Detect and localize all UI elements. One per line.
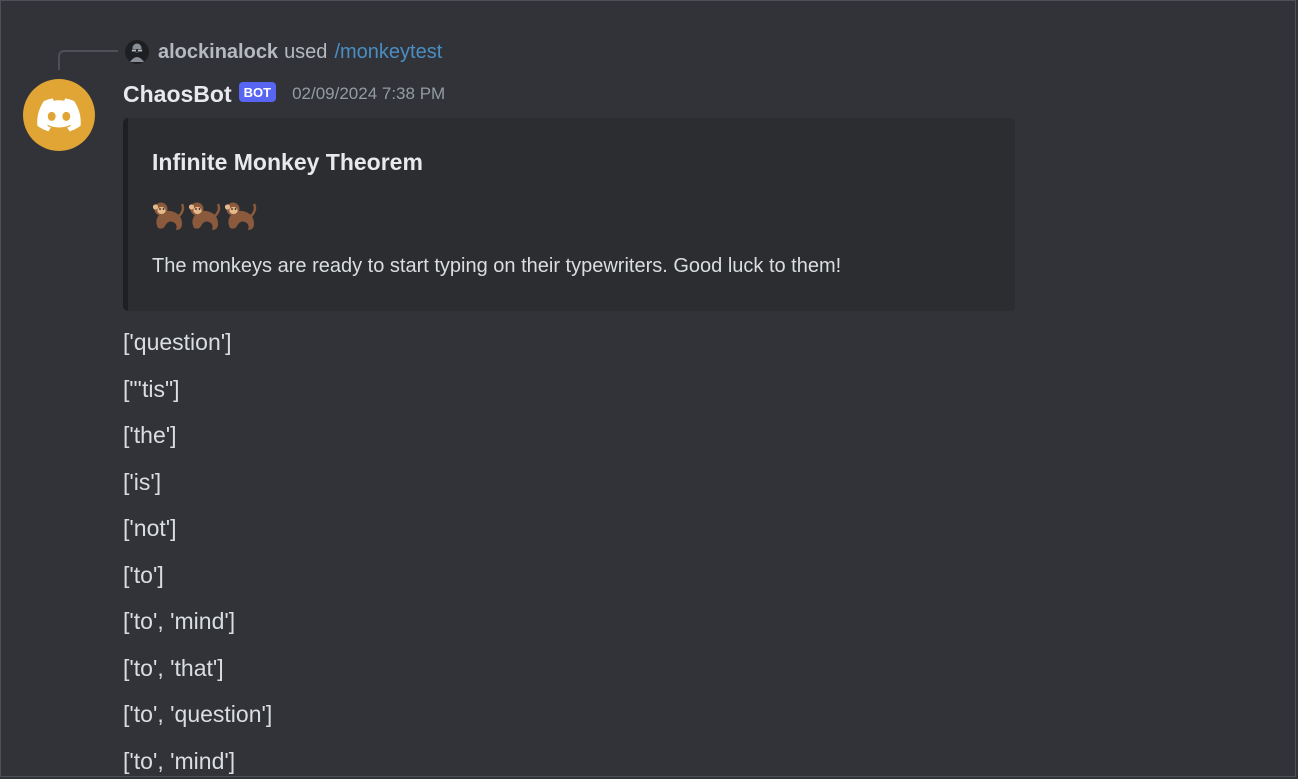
- reply-connector: [58, 50, 118, 70]
- message-lines: ['question'] ["'tis"] ['the'] ['is'] ['n…: [123, 324, 273, 776]
- message-line: ['to']: [123, 561, 164, 588]
- slash-command-reply[interactable]: alockinalock used /monkeytest: [125, 38, 442, 66]
- user-silhouette-icon: [130, 43, 144, 62]
- embed-emoji-row: [152, 200, 258, 232]
- discord-logo-icon: [37, 98, 81, 132]
- message-line: ["'tis"]: [123, 375, 180, 402]
- message-header: ChaosBot BOT 02/09/2024 7:38 PM: [123, 77, 445, 111]
- message-line: ['to', 'mind']: [123, 608, 236, 634]
- message-line: ['to', 'mind']: [123, 747, 236, 774]
- message-line: ['not']: [123, 515, 177, 541]
- message-timestamp[interactable]: 02/09/2024 7:38 PM: [292, 84, 445, 104]
- bot-badge: BOT: [238, 82, 277, 102]
- message-line: ['to', 'question']: [123, 701, 273, 727]
- embed-description: The monkeys are ready to start typing on…: [152, 255, 842, 277]
- monkey-icon: [152, 202, 185, 230]
- message-line: ['is']: [123, 468, 162, 495]
- message-line: ['question']: [123, 329, 232, 355]
- message-embed: Infinite Monkey Theorem The monkeys are …: [123, 118, 1015, 311]
- reply-username[interactable]: alockinalock: [158, 41, 278, 64]
- monkey-icon: [224, 202, 257, 230]
- message-line: ['to', 'that']: [123, 654, 224, 681]
- message-line: ['the']: [123, 422, 177, 448]
- bot-avatar[interactable]: [23, 79, 95, 151]
- bot-username[interactable]: ChaosBot: [123, 81, 232, 108]
- monkey-icon: [188, 202, 221, 230]
- reply-user-avatar[interactable]: [125, 40, 149, 64]
- embed-title: Infinite Monkey Theorem: [152, 149, 423, 175]
- chat-window: alockinalock used /monkeytest ChaosBot B…: [0, 0, 1296, 777]
- reply-used-text: used: [284, 40, 328, 63]
- slash-command-link[interactable]: /monkeytest: [334, 41, 442, 64]
